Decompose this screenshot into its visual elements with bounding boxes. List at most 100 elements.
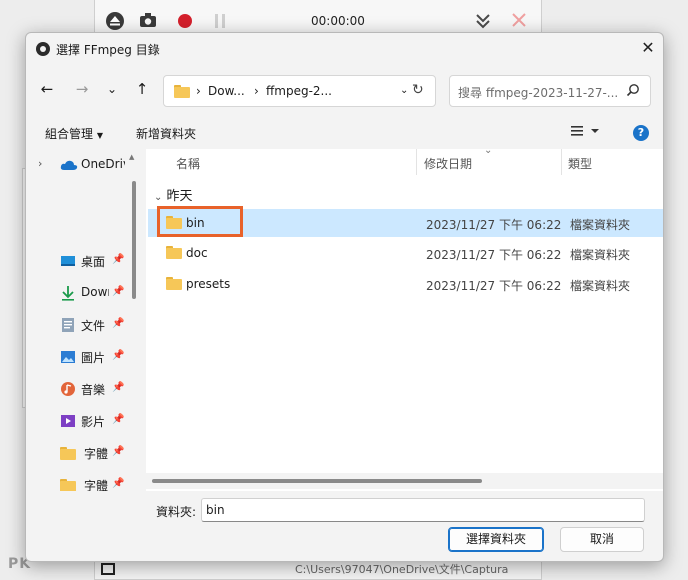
column-separator[interactable]	[561, 149, 562, 175]
eject-icon[interactable]	[105, 11, 125, 34]
folder-icon	[60, 479, 76, 491]
nav-item-pictures[interactable]: 圖片 📌	[26, 343, 128, 371]
nav-item-label: Downloads	[81, 285, 109, 299]
onedrive-icon	[60, 159, 78, 175]
folder-field-label: 資料夾:	[156, 505, 197, 519]
expand-down-icon[interactable]	[475, 12, 491, 33]
file-list: 名稱 修改日期 ⌄ 類型	[146, 145, 663, 491]
refresh-icon[interactable]: ↻	[412, 82, 424, 98]
file-row-presets[interactable]: presets 2023/11/27 下午 06:22 檔案資料夾	[148, 270, 663, 298]
nav-item-label: 桌面	[81, 255, 106, 269]
group-label: 昨天	[166, 189, 193, 204]
file-date: 2023/11/27 下午 06:22	[426, 248, 562, 262]
close-icon[interactable]: ✕	[638, 38, 658, 58]
folder-icon	[60, 447, 76, 463]
document-icon	[60, 317, 76, 333]
navigation-pane: › OneDrive 桌面 📌 Downloads 📌 文件 📌	[26, 149, 136, 491]
new-folder-button[interactable]: 新增資料夾	[136, 125, 196, 142]
timer-text: 00:00:00	[311, 14, 365, 28]
pin-icon: 📌	[112, 478, 125, 489]
view-options-button[interactable]	[570, 123, 600, 142]
folder-icon	[166, 246, 182, 259]
file-name: doc	[186, 246, 208, 260]
column-header-type[interactable]: 類型	[568, 155, 592, 172]
file-type: 檔案資料夾	[570, 248, 631, 262]
search-input[interactable]: 搜尋 ffmpeg-2023-11-27-...	[458, 84, 624, 101]
pin-icon: 📌	[112, 318, 125, 329]
search-icon[interactable]	[626, 83, 640, 100]
breadcrumb-separator: ›	[254, 84, 259, 98]
title-bar: 選擇 FFmpeg 目錄 ✕	[26, 33, 663, 65]
group-header[interactable]: ⌄ 昨天	[154, 185, 193, 204]
recent-locations-icon[interactable]: ⌄	[100, 77, 124, 101]
nav-item-fonts-1[interactable]: 字體 📌	[26, 439, 128, 467]
nav-item-onedrive[interactable]: › OneDrive	[26, 151, 128, 179]
organize-label: 組合管理	[45, 127, 94, 141]
caret-down-icon: ▼	[96, 131, 103, 140]
nav-item-label: OneDrive	[81, 157, 125, 171]
music-icon	[60, 381, 76, 397]
nav-item-desktop[interactable]: 桌面 📌	[26, 247, 128, 275]
dialog-title: 選擇 FFmpeg 目錄	[56, 43, 160, 57]
scroll-up-icon[interactable]: ▲	[129, 153, 134, 161]
nav-item-documents[interactable]: 文件 📌	[26, 311, 128, 339]
breadcrumb-downloads[interactable]: Dow...	[208, 84, 245, 98]
pin-icon: 📌	[112, 350, 125, 361]
select-folder-button[interactable]: 選擇資料夾	[448, 527, 544, 552]
sort-chevron-icon: ⌄	[484, 145, 493, 156]
breadcrumb-ffmpeg[interactable]: ffmpeg-2...	[266, 84, 332, 98]
back-arrow-icon[interactable]: ←	[35, 77, 59, 101]
help-icon[interactable]: ?	[633, 125, 649, 141]
pause-icon[interactable]	[213, 13, 227, 32]
nav-item-label: 圖片	[81, 351, 106, 365]
column-separator[interactable]	[416, 149, 417, 175]
nav-pane-scrollbar[interactable]	[132, 181, 136, 299]
highlight-box	[157, 206, 243, 237]
desktop-icon	[60, 253, 76, 269]
close-app-icon[interactable]	[511, 12, 527, 31]
app-icon	[36, 42, 50, 56]
nav-item-label: 影片	[81, 415, 106, 429]
column-header-name[interactable]: 名稱	[176, 155, 200, 172]
file-row-doc[interactable]: doc 2023/11/27 下午 06:22 檔案資料夾	[148, 239, 663, 267]
nav-item-music[interactable]: 音樂 📌	[26, 375, 128, 403]
address-bar[interactable]: › Dow... › ffmpeg-2... ⌄ ↻	[163, 75, 436, 107]
pin-icon: 📌	[112, 382, 125, 393]
organize-button[interactable]: 組合管理 ▼	[45, 125, 103, 142]
pictures-icon	[60, 349, 76, 365]
folder-input-value: bin	[206, 503, 225, 517]
nav-item-downloads[interactable]: Downloads 📌	[26, 279, 128, 307]
file-name: presets	[186, 277, 231, 291]
horizontal-scrollbar[interactable]	[146, 473, 663, 489]
breadcrumb-separator: ›	[196, 84, 201, 98]
up-arrow-icon[interactable]: ↑	[130, 77, 154, 101]
nav-item-label: 字體	[84, 447, 109, 461]
file-date: 2023/11/27 下午 06:22	[426, 218, 562, 232]
screen: 00:00:00 C:\Users\97047\OneDrive\文件\Capt…	[0, 0, 688, 580]
output-folder-icon	[101, 563, 115, 575]
file-type: 檔案資料夾	[570, 218, 631, 232]
file-type: 檔案資料夾	[570, 279, 631, 293]
chevron-down-icon: ⌄	[154, 192, 163, 203]
nav-item-videos[interactable]: 影片 📌	[26, 407, 128, 435]
scrollbar-thumb[interactable]	[152, 479, 482, 483]
nav-item-fonts-2[interactable]: 字體 📌	[26, 471, 128, 491]
nav-item-label: 文件	[81, 319, 106, 333]
nav-item-label: 音樂	[81, 383, 106, 397]
chevron-right-icon[interactable]: ›	[38, 157, 42, 170]
camera-icon[interactable]	[139, 12, 157, 31]
download-icon	[60, 285, 76, 301]
column-header-date[interactable]: 修改日期	[424, 155, 472, 172]
folder-input[interactable]: bin	[201, 498, 645, 522]
search-box[interactable]: 搜尋 ffmpeg-2023-11-27-...	[449, 75, 651, 107]
address-dropdown-icon[interactable]: ⌄	[400, 85, 408, 96]
output-path-text: C:\Users\97047\OneDrive\文件\Captura	[295, 563, 509, 576]
nav-item-label: 字體	[84, 479, 109, 491]
pin-icon: 📌	[112, 414, 125, 425]
folder-picker-dialog: 選擇 FFmpeg 目錄 ✕ ← → ⌄ ↑ › Dow... › ffmpeg…	[25, 32, 664, 562]
pin-icon: 📌	[112, 286, 125, 297]
cancel-button[interactable]: 取消	[560, 527, 644, 552]
command-bar: 組合管理 ▼ 新增資料夾	[26, 119, 663, 147]
record-icon[interactable]	[177, 13, 193, 32]
forward-arrow-icon[interactable]: →	[70, 77, 94, 101]
